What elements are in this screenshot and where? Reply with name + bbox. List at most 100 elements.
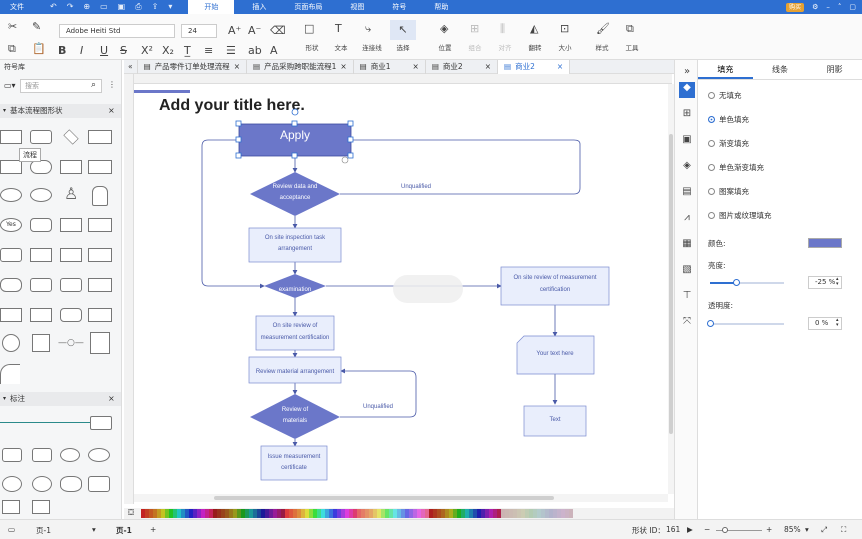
- page-layout-icon[interactable]: ▭: [8, 525, 15, 534]
- fill-bucket-icon[interactable]: ⛋: [128, 508, 134, 518]
- format-painter-icon[interactable]: ✎: [32, 20, 41, 33]
- window-icon[interactable]: ▢: [849, 3, 856, 11]
- shape-annotation[interactable]: [90, 332, 110, 354]
- shape-merge[interactable]: [88, 308, 112, 322]
- shape-predefined[interactable]: [60, 160, 82, 174]
- shape-yes[interactable]: Yes: [0, 218, 22, 232]
- actor-icon[interactable]: ♙: [64, 184, 78, 203]
- shape-manual-input[interactable]: [60, 218, 82, 232]
- shape-database[interactable]: [30, 218, 52, 232]
- callout-rect-4[interactable]: [88, 476, 110, 492]
- shape-ellipse-2[interactable]: [30, 188, 52, 202]
- italic-icon[interactable]: I: [80, 44, 83, 57]
- shape-process[interactable]: [0, 130, 22, 144]
- cut-icon[interactable]: ✂: [8, 20, 17, 33]
- image-icon[interactable]: ▣: [679, 134, 695, 148]
- callout-cloud-3[interactable]: [60, 476, 82, 492]
- shape-delay[interactable]: [30, 248, 52, 262]
- color-palette[interactable]: [124, 508, 674, 519]
- zoom-slider[interactable]: [716, 527, 762, 533]
- drawing-canvas[interactable]: Add your title here. Apply Review data a…: [134, 84, 668, 494]
- section-callouts[interactable]: 标注: [0, 392, 121, 406]
- new-icon[interactable]: ⊕: [83, 2, 90, 12]
- symbol-search-input[interactable]: 搜索: [20, 79, 102, 93]
- grid-icon[interactable]: ⊞: [679, 108, 695, 122]
- fullscreen-icon[interactable]: ⛶: [841, 525, 846, 535]
- tab-collapse[interactable]: «: [124, 60, 138, 74]
- tab-fill[interactable]: 填充: [698, 60, 753, 79]
- stepper-icon[interactable]: ▴ ▾: [836, 318, 839, 328]
- onsite-cert-left-box[interactable]: [255, 315, 335, 351]
- callout-oval-2[interactable]: [88, 448, 110, 462]
- shape-alt-process[interactable]: [30, 130, 52, 144]
- text-case-icon[interactable]: T̲: [184, 44, 191, 57]
- menu-home[interactable]: 开始: [188, 0, 235, 14]
- section-basic-flowchart[interactable]: 基本流程图形状: [0, 104, 121, 118]
- table-icon[interactable]: ▦: [679, 238, 695, 252]
- close-icon[interactable]: ×: [485, 60, 491, 74]
- stepper-icon[interactable]: ▴ ▾: [836, 277, 839, 287]
- anchor-handle[interactable]: [341, 156, 349, 164]
- callout-oval[interactable]: [60, 448, 80, 462]
- rotate-handle[interactable]: [291, 108, 299, 116]
- shape-document[interactable]: [88, 130, 112, 144]
- callout-cloud-2[interactable]: [32, 476, 52, 492]
- fill-icon[interactable]: ◆: [679, 82, 695, 98]
- radio-pattern-fill[interactable]: 图案填充: [708, 186, 749, 197]
- shape-decision[interactable]: [63, 129, 79, 145]
- undo-icon[interactable]: ↶: [50, 2, 57, 12]
- line-spacing-icon[interactable]: ≡: [204, 44, 213, 57]
- doc-tab-5[interactable]: ▤ 商业2 ×: [498, 60, 571, 74]
- examination-diamond[interactable]: [264, 274, 326, 298]
- superscript-icon[interactable]: X²: [141, 44, 153, 57]
- callout-bracket[interactable]: [2, 500, 20, 514]
- tab-shadow[interactable]: 阴影: [807, 60, 862, 79]
- font-family-select[interactable]: Adobe Heiti Std: [59, 24, 175, 38]
- copy-icon[interactable]: ⧉: [8, 42, 16, 56]
- shape-card[interactable]: [88, 218, 112, 232]
- shape-rounded[interactable]: [60, 308, 82, 322]
- close-section-icon[interactable]: ×: [108, 106, 115, 115]
- close-icon[interactable]: ×: [557, 60, 563, 74]
- zoom-out-icon[interactable]: −: [704, 525, 710, 534]
- shape-preparation[interactable]: [60, 248, 82, 262]
- font-grow-icon[interactable]: A⁺: [228, 24, 241, 37]
- font-color-icon[interactable]: A: [270, 44, 278, 57]
- shape-collate[interactable]: [30, 308, 52, 322]
- add-page-icon[interactable]: +: [150, 525, 156, 534]
- page-icon[interactable]: ▤: [679, 186, 695, 200]
- shape-hexagon[interactable]: [0, 308, 22, 322]
- shape-user[interactable]: [92, 186, 108, 206]
- callout-rect-3[interactable]: [32, 448, 52, 462]
- shape-icon[interactable]: □: [304, 22, 314, 35]
- zoom-level[interactable]: 85%: [784, 525, 801, 534]
- clear-format-icon[interactable]: ⌫: [270, 24, 286, 37]
- shape-tape[interactable]: [0, 278, 22, 292]
- paste-icon[interactable]: 📋: [32, 42, 46, 55]
- group-icon[interactable]: ⊞: [470, 22, 479, 35]
- callout-cloud[interactable]: [2, 476, 22, 492]
- tab-line[interactable]: 线条: [753, 60, 808, 79]
- callout-rect[interactable]: [90, 416, 112, 430]
- settings-icon[interactable]: ⚙: [812, 3, 818, 11]
- minimize-icon[interactable]: –: [826, 3, 830, 11]
- fit-page-icon[interactable]: ⤢: [821, 525, 827, 535]
- shape-offpage-ref[interactable]: [32, 334, 50, 352]
- shape-ellipse[interactable]: [0, 188, 22, 202]
- bold-icon[interactable]: B: [58, 44, 66, 57]
- doc-tab-2[interactable]: ▤ 产品采购跨职能流程1 ×: [247, 60, 354, 74]
- close-icon[interactable]: ×: [234, 60, 240, 74]
- doc-tab-4[interactable]: ▤ 商业2 ×: [426, 60, 498, 74]
- image-edit-icon[interactable]: ▧: [679, 264, 695, 278]
- library-menu-icon[interactable]: ▭▾: [4, 81, 16, 90]
- close-icon[interactable]: ×: [340, 60, 346, 74]
- radio-gradient-fill[interactable]: 渐变填充: [708, 138, 749, 149]
- bullets-icon[interactable]: ☰: [226, 44, 236, 57]
- text-highlight-icon[interactable]: ab: [248, 44, 262, 57]
- underline-icon[interactable]: U: [100, 44, 108, 57]
- strikethrough-icon[interactable]: S: [120, 44, 127, 57]
- shape-internal-storage[interactable]: [88, 160, 112, 174]
- issue-certificate-box[interactable]: [260, 445, 328, 481]
- shape-arc[interactable]: [0, 364, 20, 384]
- menu-insert[interactable]: 插入: [242, 0, 276, 14]
